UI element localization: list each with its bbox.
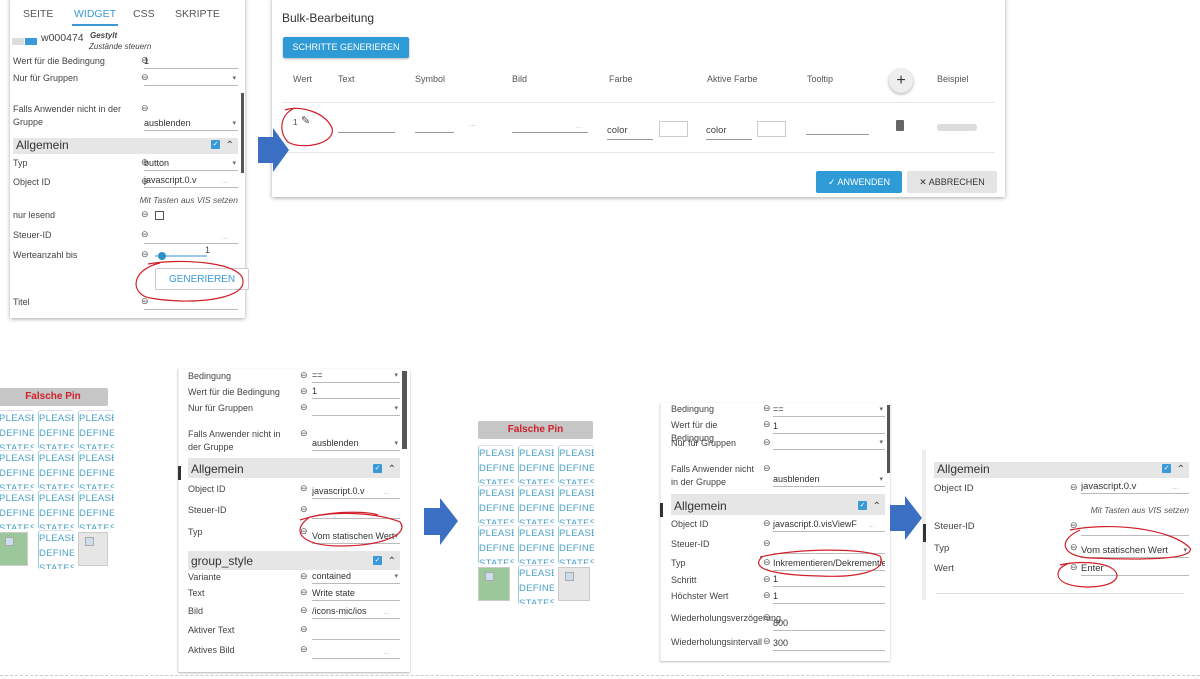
annotation-circle: [1057, 561, 1118, 588]
annotation-circle: [135, 260, 244, 302]
annotation-circle: [1064, 526, 1191, 560]
arrow-right-icon: [890, 496, 922, 540]
annotation-circle: [758, 549, 882, 577]
annotation-circle: [299, 511, 403, 547]
arrow-right-icon: [258, 128, 289, 172]
arrow-right-icon: [424, 498, 458, 545]
annotation-overlay: [135, 107, 1191, 588]
annotation-circle: [281, 107, 333, 147]
page-bottom-border: [0, 675, 1200, 676]
